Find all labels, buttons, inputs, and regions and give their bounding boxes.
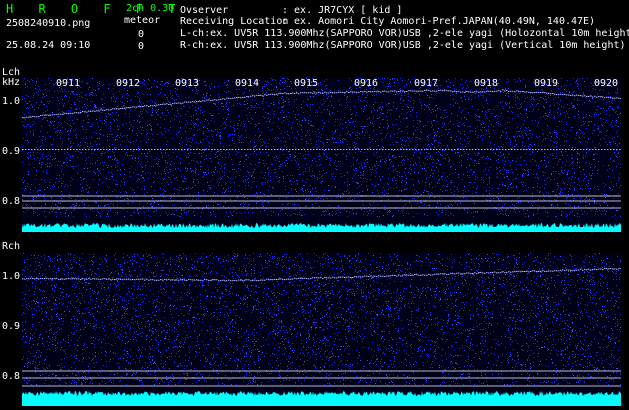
rch-description: R-ch:ex. UV5R 113.900Mhz(SAPPORO VOR)USB… bbox=[180, 40, 626, 51]
lch-spectrogram: 0911 0912 0913 0914 0915 0916 0917 0918 … bbox=[22, 78, 621, 232]
lch-description: L-ch:ex. UV5R 113.900Mhz(SAPPORO VOR)USB… bbox=[180, 28, 629, 39]
meteor-count-l: 0 bbox=[138, 29, 145, 40]
lch-ylabel-0-9: 0.9 bbox=[2, 146, 21, 157]
lch-ylabel-1-0: 1.0 bbox=[2, 96, 21, 107]
location-value: : ex. Aomori City Aomori-Pref.JAPAN(40.4… bbox=[282, 16, 596, 27]
time-tick-0918: 0918 bbox=[474, 78, 499, 89]
reference-trace bbox=[22, 149, 621, 150]
lch-spectrogram-plot bbox=[22, 78, 621, 232]
lch-unit: kHz bbox=[2, 77, 21, 88]
rch-ylabel-1-0: 1.0 bbox=[2, 271, 21, 282]
time-tick-0920: 0920 bbox=[594, 78, 619, 89]
mode-indicator: 2ch 0.30 bbox=[126, 3, 175, 14]
time-tick-0914: 0914 bbox=[235, 78, 260, 89]
rch-ylabel-0-8: 0.8 bbox=[2, 371, 21, 382]
lch-ylabel-0-8: 0.8 bbox=[2, 196, 21, 207]
filename: 2508240910.png bbox=[6, 18, 91, 29]
location-label: Receiving Location bbox=[180, 16, 289, 27]
time-tick-0913: 0913 bbox=[175, 78, 200, 89]
rch-spectrogram bbox=[22, 253, 621, 406]
rch-label: Rch bbox=[2, 241, 21, 252]
time-tick-0915: 0915 bbox=[294, 78, 319, 89]
amplitude-strip bbox=[22, 223, 621, 232]
meteor-count-r: 0 bbox=[138, 41, 145, 52]
observer-value: : ex. JR7CYX [ kid ] bbox=[282, 5, 403, 16]
datetime: 25.08.24 09:10 bbox=[6, 40, 91, 51]
time-tick-0919: 0919 bbox=[534, 78, 559, 89]
observer-label: Ovserver bbox=[180, 5, 229, 16]
rch-ylabel-0-9: 0.9 bbox=[2, 321, 21, 332]
meteor-label: meteor bbox=[124, 15, 161, 26]
carrier-trace bbox=[22, 89, 621, 119]
time-tick-0912: 0912 bbox=[116, 78, 141, 89]
time-tick-0916: 0916 bbox=[354, 78, 379, 89]
time-tick-0911: 0911 bbox=[56, 78, 81, 89]
rch-spectrogram-plot bbox=[22, 253, 621, 406]
amplitude-strip bbox=[22, 391, 621, 406]
time-tick-0917: 0917 bbox=[414, 78, 439, 89]
